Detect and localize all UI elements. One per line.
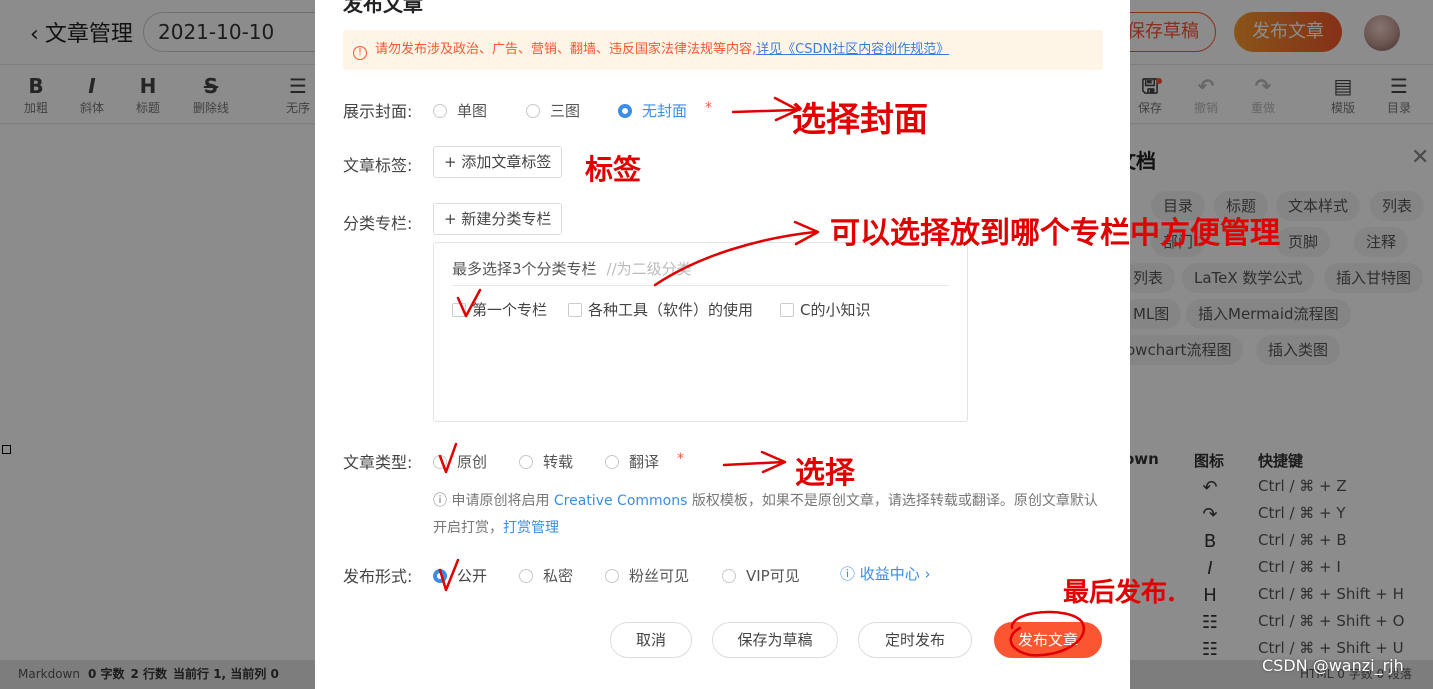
- required-mark: *: [705, 100, 712, 116]
- type-option-translation[interactable]: 翻译: [605, 451, 659, 472]
- radio-icon: [433, 104, 447, 118]
- type-label: 文章类型:: [343, 453, 413, 472]
- community-rules-link[interactable]: 详见《CSDN社区内容创作规范》: [756, 42, 949, 57]
- content-notice: ! 请勿发布涉及政治、广告、营销、翻墙、违反国家法律法规等内容,详见《CSDN社区…: [343, 30, 1103, 70]
- visibility-option-fans[interactable]: 粉丝可见: [605, 565, 689, 586]
- annotation-cover: 选择封面: [792, 100, 928, 140]
- required-mark: *: [677, 451, 684, 467]
- radio-icon: [722, 569, 736, 583]
- visibility-label: 发布形式:: [343, 567, 413, 586]
- column-checkbox-first[interactable]: 第一个专栏: [452, 299, 547, 320]
- annotation-type: 选择: [795, 456, 855, 491]
- column-checkbox-c[interactable]: C的小知识: [780, 299, 870, 320]
- visibility-option-private[interactable]: 私密: [519, 565, 573, 586]
- cancel-button[interactable]: 取消: [610, 622, 692, 658]
- cover-option-triple[interactable]: 三图: [526, 100, 580, 121]
- cover-option-single[interactable]: 单图: [433, 100, 487, 121]
- cover-label: 展示封面:: [343, 102, 413, 121]
- confirm-publish-button[interactable]: 发布文章: [994, 622, 1102, 658]
- column-label: 分类专栏:: [343, 214, 413, 233]
- type-option-original[interactable]: 原创: [433, 451, 487, 472]
- watermark: CSDN @wanzi_rjh: [1262, 656, 1404, 675]
- publish-dialog: 发布文章 ! 请勿发布涉及政治、广告、营销、翻墙、违反国家法律法规等内容,详见《C…: [315, 0, 1130, 689]
- original-note: ⓘ 申请原创将启用 Creative Commons 版权模板，如果不是原创文章…: [433, 493, 1098, 536]
- reward-manage-link[interactable]: 打赏管理: [503, 520, 559, 536]
- warning-icon: !: [353, 46, 367, 60]
- new-column-button[interactable]: + 新建分类专栏: [433, 203, 563, 235]
- visibility-option-public[interactable]: 公开: [433, 565, 487, 586]
- radio-icon: [526, 104, 540, 118]
- radio-icon: [605, 455, 619, 469]
- radio-icon: [519, 455, 533, 469]
- radio-selected-icon: [618, 104, 632, 118]
- radio-selected-icon: [433, 569, 447, 583]
- tags-label: 文章标签:: [343, 156, 413, 175]
- dialog-title: 发布文章: [343, 0, 423, 16]
- save-as-draft-button[interactable]: 保存为草稿: [712, 622, 838, 658]
- annotation-tag: 标签: [585, 153, 642, 186]
- cover-option-none[interactable]: 无封面: [618, 100, 687, 121]
- annotation-column: 可以选择放到哪个专栏中方便管理: [830, 216, 1280, 251]
- radio-icon: [605, 569, 619, 583]
- type-option-repost[interactable]: 转载: [519, 451, 573, 472]
- schedule-publish-button[interactable]: 定时发布: [858, 622, 972, 658]
- checkbox-icon: [568, 303, 582, 317]
- radio-icon: [433, 455, 447, 469]
- annotation-publish: 最后发布.: [1063, 578, 1177, 608]
- radio-icon: [519, 569, 533, 583]
- column-select-box: 最多选择3个分类专栏//为二级分类 第一个专栏 各种工具（软件）的使用 C的小知…: [433, 242, 968, 422]
- visibility-option-vip[interactable]: VIP可见: [722, 565, 800, 586]
- checkbox-icon: [780, 303, 794, 317]
- checkbox-icon: [452, 303, 466, 317]
- income-center-link[interactable]: ⓘ 收益中心 ›: [840, 563, 931, 584]
- column-checkbox-tools[interactable]: 各种工具（软件）的使用: [568, 299, 753, 320]
- add-tag-button[interactable]: + 添加文章标签: [433, 146, 563, 178]
